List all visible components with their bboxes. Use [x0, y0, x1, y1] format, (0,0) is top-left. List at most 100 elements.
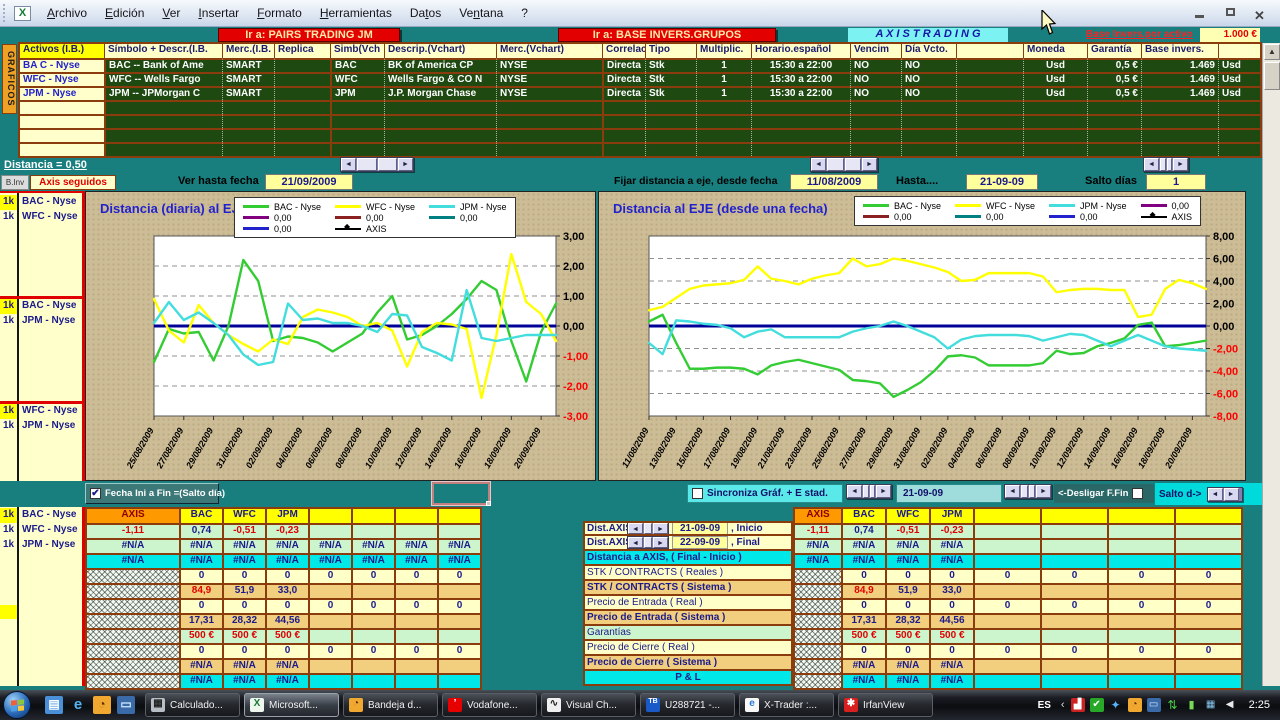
scroll-left-arrow-icon[interactable]: ◄ [628, 537, 643, 548]
table-cell[interactable]: #N/A [265, 673, 308, 688]
data-cell[interactable]: NO [850, 86, 901, 100]
table-cell[interactable]: #N/A [885, 673, 929, 688]
table-cell[interactable]: #N/A [351, 538, 394, 553]
table-cell[interactable]: 0 [1107, 568, 1174, 583]
sincroniza-checkbox[interactable]: Sincroniza Gráf. + E stad. [687, 484, 843, 503]
table-cell[interactable] [87, 613, 179, 628]
data-cell[interactable]: NO [901, 72, 956, 86]
table-cell[interactable]: #N/A [394, 553, 437, 568]
pair-name[interactable]: WFC - Nyse [17, 210, 78, 225]
data-cell[interactable] [956, 58, 1023, 72]
table-cell[interactable]: -1,11 [795, 523, 841, 538]
table-cell[interactable]: 0 [437, 643, 480, 658]
data-cell[interactable] [901, 128, 956, 142]
scroll-right-arrow-icon[interactable]: ► [653, 523, 668, 534]
data-cell[interactable] [956, 100, 1023, 114]
table-cell[interactable] [1040, 673, 1107, 688]
table-cell[interactable]: #N/A [437, 538, 480, 553]
sync-icon[interactable]: ⇅ [1166, 698, 1180, 712]
table-cell[interactable] [973, 538, 1040, 553]
column-header[interactable]: JPM [929, 509, 973, 523]
column-header[interactable] [437, 509, 480, 523]
data-cell[interactable]: Usd [1218, 72, 1260, 86]
table-cell[interactable] [973, 583, 1040, 598]
clock-icon[interactable]: ◔ [1128, 698, 1142, 712]
data-cell[interactable]: WFC [330, 72, 384, 86]
table-cell[interactable]: 51,9 [885, 583, 929, 598]
pair-name[interactable]: BAC - Nyse [17, 508, 76, 523]
data-cell[interactable] [602, 114, 645, 128]
column-header[interactable] [1040, 509, 1107, 523]
table-cell[interactable] [394, 583, 437, 598]
data-cell[interactable]: 15:30 a 22:00 [751, 86, 850, 100]
table-cell[interactable]: 0 [1174, 643, 1241, 658]
data-cell[interactable]: 0,5 € [1087, 86, 1141, 100]
view-date-scrollbar[interactable]: ◄► [340, 157, 414, 172]
table-cell[interactable] [394, 613, 437, 628]
table-cell[interactable]: 500 € [841, 628, 885, 643]
taskbar-clock[interactable]: 2:25 [1249, 699, 1270, 711]
table-cell[interactable]: #N/A [394, 538, 437, 553]
data-cell[interactable]: Usd [1023, 72, 1087, 86]
table-cell[interactable]: 0 [973, 598, 1040, 613]
scroll-right-arrow-icon[interactable]: ► [398, 158, 413, 171]
data-cell[interactable] [956, 114, 1023, 128]
table-cell[interactable]: #N/A [841, 658, 885, 673]
table-cell[interactable]: 0 [179, 643, 222, 658]
scroll-thumb[interactable] [1167, 158, 1173, 171]
table-cell[interactable]: #N/A [179, 538, 222, 553]
table-cell[interactable] [1107, 523, 1174, 538]
menu-item-datos[interactable]: Datos [401, 2, 450, 24]
volume-icon[interactable]: ◀ [1223, 698, 1237, 712]
table-cell[interactable]: 0 [929, 598, 973, 613]
data-cell[interactable] [274, 128, 330, 142]
column-header[interactable]: BAC [841, 509, 885, 523]
pair-name[interactable]: WFC - Nyse [17, 404, 78, 419]
table-cell[interactable]: #N/A [222, 673, 265, 688]
table-cell[interactable] [795, 598, 841, 613]
table-cell[interactable]: 0 [179, 568, 222, 583]
table-cell[interactable] [437, 658, 480, 673]
table-cell[interactable]: 0 [351, 598, 394, 613]
fecha-ini-a-fin-checkbox[interactable]: ✔ Fecha Ini a Fin =(Salto día) [85, 483, 219, 504]
table-cell[interactable] [1107, 583, 1174, 598]
data-cell[interactable] [956, 142, 1023, 156]
table-cell[interactable]: 0 [1040, 568, 1107, 583]
table-cell[interactable]: 0 [1107, 643, 1174, 658]
column-header[interactable]: Símbolo + Descr.(I.B. [104, 44, 222, 58]
table-cell[interactable] [973, 658, 1040, 673]
table-cell[interactable] [1040, 553, 1107, 568]
column-header[interactable]: WFC [222, 509, 265, 523]
data-cell[interactable] [901, 142, 956, 156]
menu-item-insertar[interactable]: Insertar [189, 2, 248, 24]
hidden-icons-chevron[interactable]: ‹ [1061, 699, 1065, 711]
table-cell[interactable] [1107, 553, 1174, 568]
mini-scrollbar[interactable]: ◄► [627, 522, 669, 535]
table-cell[interactable]: 0 [179, 598, 222, 613]
column-header[interactable]: Horario.español [751, 44, 850, 58]
column-header[interactable]: Merc.(Vchart) [496, 44, 602, 58]
data-cell[interactable] [696, 142, 751, 156]
data-cell[interactable]: 1.469 [1141, 86, 1218, 100]
salto-dias-value[interactable]: 1 [1146, 174, 1206, 190]
data-cell[interactable]: BAC [330, 58, 384, 72]
column-header[interactable]: Activos (I.B.) [20, 44, 104, 58]
pair-qty[interactable]: 1k [0, 523, 17, 538]
column-header[interactable] [351, 509, 394, 523]
table-cell[interactable]: #N/A [222, 553, 265, 568]
data-cell[interactable] [1023, 114, 1087, 128]
cell-selection-cursor[interactable] [432, 482, 490, 505]
menu-item-ventana[interactable]: Ventana [450, 2, 512, 24]
column-header[interactable]: Merc.(I.B. [222, 44, 274, 58]
data-cell[interactable] [602, 142, 645, 156]
column-header[interactable] [394, 509, 437, 523]
pair-qty[interactable]: 1k [0, 404, 17, 419]
table-cell[interactable]: 0 [973, 568, 1040, 583]
table-cell[interactable]: #N/A [179, 658, 222, 673]
data-cell[interactable]: NYSE [496, 86, 602, 100]
table-cell[interactable]: #N/A [265, 553, 308, 568]
table-cell[interactable]: #N/A [795, 553, 841, 568]
table-cell[interactable]: #N/A [929, 553, 973, 568]
data-cell[interactable] [1218, 100, 1260, 114]
data-cell[interactable] [222, 100, 274, 114]
